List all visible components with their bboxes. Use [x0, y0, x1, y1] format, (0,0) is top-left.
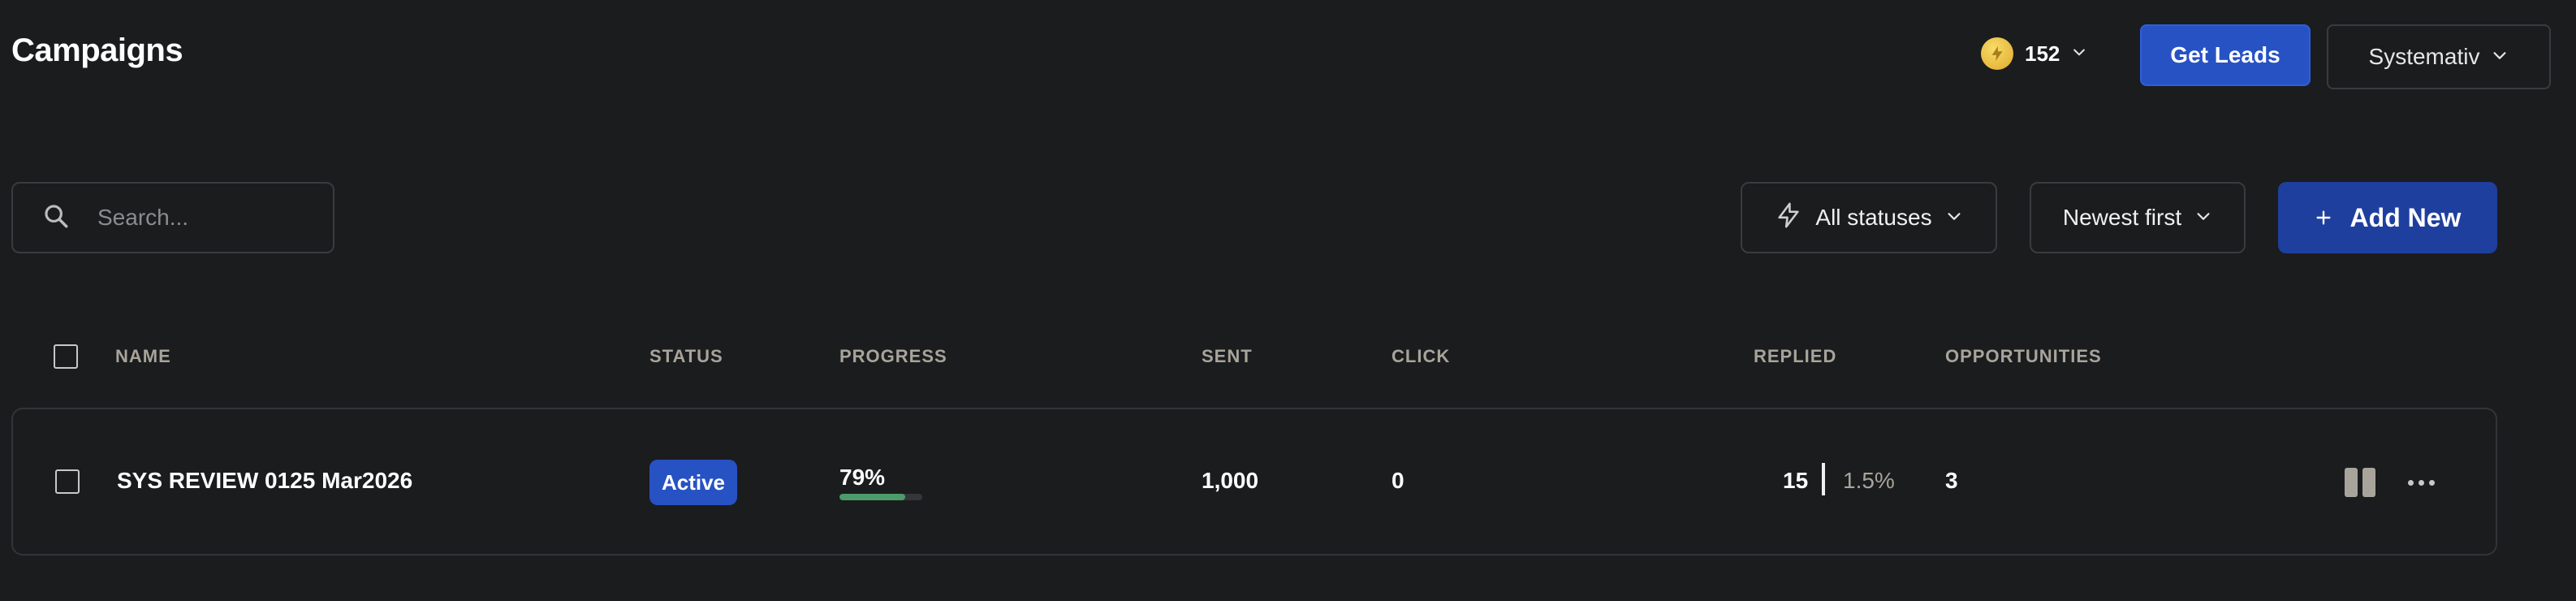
click-count: 0: [1392, 468, 1405, 493]
add-new-label: Add New: [2349, 202, 2462, 232]
credits-dropdown[interactable]: 152: [1981, 36, 2087, 71]
search-icon: [42, 202, 70, 234]
column-header-status[interactable]: STATUS: [649, 346, 723, 367]
status-filter-dropdown[interactable]: All statuses: [1741, 182, 1997, 253]
chevron-down-icon: [2491, 44, 2509, 70]
column-header-name[interactable]: NAME: [115, 346, 171, 367]
column-header-progress[interactable]: PROGRESS: [839, 346, 947, 367]
more-horizontal-icon[interactable]: [2408, 471, 2435, 494]
sort-label: Newest first: [2062, 205, 2182, 230]
progress-bar: [839, 494, 922, 500]
column-header-sent[interactable]: SENT: [1202, 346, 1253, 367]
chevron-down-icon: [2194, 205, 2212, 231]
replied-count: 15: [1783, 468, 1809, 493]
workspace-dropdown[interactable]: Systemativ: [2327, 24, 2551, 89]
get-leads-button[interactable]: Get Leads: [2140, 24, 2311, 86]
lightning-icon: [1775, 201, 1802, 235]
search-box[interactable]: [11, 182, 334, 253]
progress-percent: 79%: [839, 465, 886, 490]
sort-dropdown[interactable]: Newest first: [2030, 182, 2246, 253]
page-title: Campaigns: [11, 32, 183, 68]
status-badge: Active: [649, 460, 737, 505]
opportunities-count: 3: [1945, 468, 1958, 493]
column-header-opportunities[interactable]: OPPORTUNITIES: [1945, 346, 2102, 367]
replied-rate: 1.5%: [1843, 468, 1895, 493]
pause-icon[interactable]: [2345, 468, 2375, 497]
row-checkbox[interactable]: [55, 469, 80, 494]
replied-separator: [1822, 463, 1825, 495]
plus-icon: [2315, 203, 2332, 233]
chevron-down-icon: [2071, 44, 2087, 64]
chevron-down-icon: [1945, 205, 1963, 231]
credits-count: 152: [2025, 41, 2060, 66]
progress-bar-fill: [839, 494, 905, 500]
select-all-checkbox[interactable]: [54, 344, 78, 369]
column-header-click[interactable]: CLICK: [1392, 346, 1450, 367]
status-filter-label: All statuses: [1815, 205, 1932, 230]
add-new-button[interactable]: Add New: [2278, 182, 2497, 253]
column-header-replied[interactable]: REPLIED: [1754, 346, 1836, 367]
campaign-name[interactable]: SYS REVIEW 0125 Mar2026: [117, 468, 412, 494]
search-input[interactable]: [97, 205, 309, 231]
sent-count: 1,000: [1202, 468, 1259, 493]
lightning-coin-icon: [1981, 37, 2013, 70]
workspace-name: Systemativ: [2368, 44, 2480, 69]
